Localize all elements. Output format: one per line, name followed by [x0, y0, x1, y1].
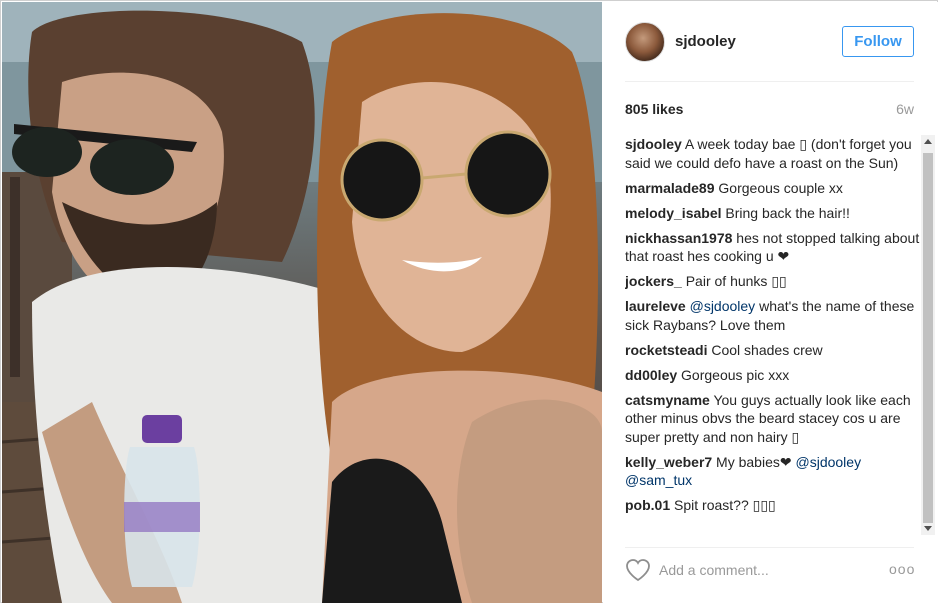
likes-count[interactable]: 805 likes: [625, 101, 683, 117]
comment-text: Bring back the hair!!: [721, 204, 850, 221]
comment-text: Pair of hunks ▯▯: [681, 273, 787, 289]
heart-icon[interactable]: [625, 558, 651, 582]
comment-user[interactable]: dd00ley: [625, 367, 677, 383]
comment-text: My babies❤: [712, 453, 796, 470]
comment-input[interactable]: [659, 559, 879, 581]
avatar[interactable]: [625, 22, 665, 62]
comment-user[interactable]: catsmyname: [625, 392, 710, 408]
scroll-up-arrow-icon[interactable]: [924, 139, 932, 144]
comment-user[interactable]: pob.01: [625, 497, 670, 513]
comment-item: catsmyname You guys actually look like e…: [625, 391, 920, 447]
footer-divider: [625, 547, 914, 548]
comment-mention[interactable]: @sam_tux: [625, 472, 692, 488]
post-username[interactable]: sjdooley: [675, 33, 736, 50]
comment-text: Gorgeous pic xxx: [677, 366, 790, 383]
comment-user[interactable]: melody_isabel: [625, 205, 722, 221]
scroll-down-arrow-icon[interactable]: [924, 526, 932, 531]
comment-mention[interactable]: @sjdooley: [690, 298, 756, 314]
comment-item: dd00ley Gorgeous pic xxx: [625, 366, 920, 385]
comment-item: kelly_weber7 My babies❤ @sjdooley @sam_tu…: [625, 453, 920, 490]
header-divider: [625, 81, 914, 82]
comment-user[interactable]: marmalade89: [625, 180, 715, 196]
photo-illustration: [2, 2, 602, 603]
comment-user[interactable]: sjdooley: [625, 136, 682, 152]
post-sidebar: sjdooley Follow 805 likes 6w sjdooley A …: [603, 2, 938, 603]
instagram-post: sjdooley Follow 805 likes 6w sjdooley A …: [0, 0, 938, 603]
follow-button[interactable]: Follow: [842, 26, 914, 57]
post-photo[interactable]: [2, 2, 602, 603]
comment-item: jockers_ Pair of hunks ▯▯: [625, 272, 920, 291]
comment-mention[interactable]: @sjdooley: [796, 454, 862, 470]
comment-list: sjdooley A week today bae ▯ (don't forge…: [625, 135, 920, 535]
comment-item: marmalade89 Gorgeous couple xx: [625, 179, 920, 198]
comment-user[interactable]: rocketsteadi: [625, 342, 707, 358]
post-header: sjdooley Follow: [603, 2, 938, 82]
comment-user[interactable]: kelly_weber7: [625, 454, 712, 470]
comment-item: rocketsteadi Cool shades crew: [625, 341, 920, 360]
comment-item: pob.01 Spit roast?? ▯▯▯: [625, 496, 920, 515]
comment-user[interactable]: nickhassan1978: [625, 230, 732, 246]
comment-text: Gorgeous couple xx: [714, 179, 843, 196]
comment-user[interactable]: laureleve: [625, 298, 686, 314]
comment-user[interactable]: jockers_: [625, 273, 682, 289]
comment-item: laureleve @sjdooley what's the name of t…: [625, 297, 920, 334]
comments-scrollbar[interactable]: [921, 135, 935, 535]
comment-text: Spit roast?? ▯▯▯: [670, 497, 776, 513]
scrollbar-thumb[interactable]: [923, 153, 933, 523]
post-age[interactable]: 6w: [896, 101, 914, 117]
comment-item: melody_isabel Bring back the hair!!: [625, 204, 920, 223]
more-options-icon[interactable]: ooo: [889, 561, 915, 577]
comment-item: nickhassan1978 hes not stopped talking a…: [625, 229, 920, 266]
comment-item: sjdooley A week today bae ▯ (don't forge…: [625, 135, 920, 172]
comment-text: Cool shades crew: [707, 341, 823, 358]
